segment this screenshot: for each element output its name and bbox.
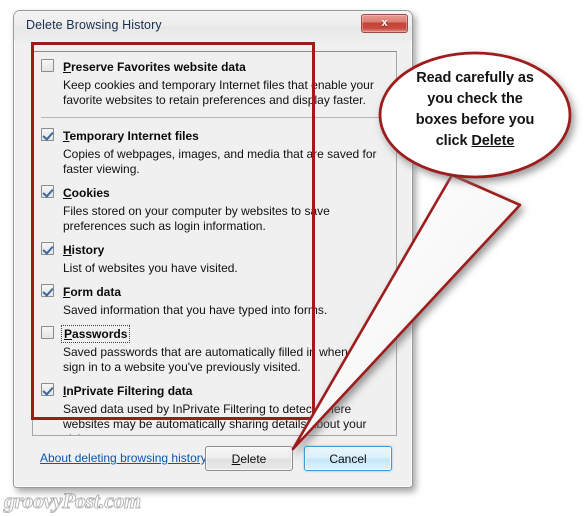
callout-line-4-pre: click — [435, 133, 472, 149]
accelerator-char: H — [63, 243, 72, 257]
options-list: Preserve Favorites website data Keep cook… — [33, 52, 396, 435]
list-item-label-rest: istory — [71, 243, 105, 257]
list-item-description: Files stored on your computer by website… — [63, 204, 330, 233]
delete-browsing-history-dialog: Delete Browsing History x Preserve Favor… — [13, 10, 413, 488]
list-separator — [41, 117, 381, 118]
callout-line-4-emphasis: Delete — [471, 133, 515, 149]
watermark: groovyPost.com — [4, 488, 142, 514]
list-item-description: Copies of webpages, images, and media th… — [63, 147, 377, 176]
list-item-label[interactable]: Preserve Favorites website data — [63, 60, 246, 74]
checkbox-unchecked-icon[interactable] — [41, 59, 54, 72]
list-item-description: List of websites you have visited. — [63, 261, 238, 275]
checkbox-checked-icon[interactable] — [41, 242, 54, 255]
checkbox-unchecked-icon[interactable] — [41, 326, 54, 339]
list-item[interactable]: Temporary Internet files Copies of webpag… — [41, 127, 388, 177]
callout-line-4: click Delete — [391, 131, 559, 152]
list-item-label-rest: reserve Favorites website data — [71, 60, 246, 74]
list-item[interactable]: Cookies Files stored on your computer by … — [41, 184, 388, 234]
screenshot-root: Delete Browsing History x Preserve Favor… — [0, 0, 587, 516]
window-title: Delete Browsing History — [26, 18, 162, 32]
list-item-label[interactable]: Cookies — [63, 186, 110, 200]
checkbox-checked-icon[interactable] — [41, 383, 54, 396]
list-item-label-rest: emporary Internet files — [69, 129, 199, 143]
accelerator-char: C — [63, 186, 72, 200]
list-item-label[interactable]: Temporary Internet files — [63, 129, 199, 143]
accelerator-char: P — [63, 60, 72, 74]
close-icon: x — [381, 17, 388, 29]
callout-line-2: you check the — [427, 91, 523, 107]
list-item-description: Saved data used by InPrivate Filtering t… — [63, 402, 367, 435]
callout-line-1: Read carefully as — [416, 70, 534, 86]
list-item-label-rest: orm data — [70, 285, 122, 299]
list-item[interactable]: InPrivate Filtering data Saved data used … — [41, 382, 388, 435]
list-item-label[interactable]: Passwords — [60, 325, 131, 343]
cancel-button-label: Cancel — [329, 451, 367, 466]
delete-accel-char: D — [231, 451, 241, 466]
list-item-label-rest: nPrivate Filtering data — [66, 384, 193, 398]
list-item-description: Saved information that you have typed in… — [63, 303, 328, 317]
list-item-label[interactable]: InPrivate Filtering data — [63, 384, 192, 398]
callout-line-3: boxes before you — [415, 112, 535, 128]
list-item[interactable]: Preserve Favorites website data Keep cook… — [41, 58, 388, 108]
checkbox-checked-icon[interactable] — [41, 185, 54, 198]
accelerator-char: P — [64, 327, 73, 341]
options-list-panel[interactable]: Preserve Favorites website data Keep cook… — [32, 51, 397, 436]
checkbox-checked-icon[interactable] — [41, 284, 54, 297]
list-item[interactable]: History List of websites you have visited… — [41, 241, 388, 276]
title-bar: Delete Browsing History x — [14, 11, 412, 41]
delete-label-rest: elete — [240, 451, 267, 466]
callout-text: Read carefully as you check the boxes be… — [391, 68, 559, 152]
close-button[interactable]: x — [361, 14, 408, 33]
list-item-description: Saved passwords that are automatically f… — [63, 345, 371, 374]
list-item-label-rest: asswords — [72, 327, 128, 341]
cancel-button[interactable]: Cancel — [304, 446, 392, 471]
list-item[interactable]: Passwords Saved passwords that are automa… — [41, 325, 388, 375]
about-deleting-browsing-history-link[interactable]: About deleting browsing history — [40, 451, 207, 465]
list-item-description: Keep cookies and temporary Internet file… — [63, 78, 374, 107]
list-item-label-rest: ookies — [71, 186, 110, 200]
delete-button-label: Delete — [232, 452, 267, 466]
delete-button[interactable]: Delete — [205, 446, 293, 471]
list-item-label[interactable]: History — [63, 243, 104, 257]
checkbox-checked-icon[interactable] — [41, 128, 54, 141]
list-item-label[interactable]: Form data — [63, 285, 121, 299]
list-item[interactable]: Form data Saved information that you have… — [41, 283, 388, 318]
